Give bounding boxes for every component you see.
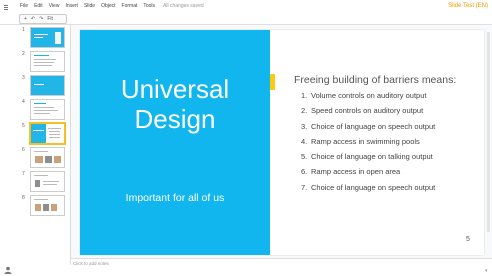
slide-thumbnail-3[interactable] xyxy=(30,75,65,96)
thumbnail-number: 2 xyxy=(22,51,25,57)
thumbnail-number: 5 xyxy=(22,123,25,129)
slide-thumbnail-7[interactable] xyxy=(30,171,65,192)
menu-view[interactable]: View xyxy=(49,3,60,9)
add-slide-button[interactable]: + xyxy=(24,16,27,22)
list-item: 6. Ramp access in open area xyxy=(301,167,401,177)
thumbnail-number: 6 xyxy=(22,147,25,153)
menu-edit[interactable]: Edit xyxy=(34,3,43,9)
menu-icon[interactable] xyxy=(4,5,8,10)
slide-thumbnail-6[interactable] xyxy=(30,147,65,168)
accent-bar xyxy=(270,74,275,90)
thumbnail-number: 1 xyxy=(22,27,25,33)
menu-insert[interactable]: Insert xyxy=(65,3,78,9)
slide-thumbnail-2[interactable] xyxy=(30,51,65,72)
slide-page-number: 5 xyxy=(466,236,470,243)
list-item: 3. Choice of language on speech output xyxy=(301,121,436,131)
thumbnail-number: 3 xyxy=(22,75,25,81)
speaker-notes-area[interactable]: Click to add notes xyxy=(71,258,492,276)
slide-heading[interactable]: Freeing building of barriers means: xyxy=(294,74,456,86)
toolbar: + ↶ ↷ Fit xyxy=(0,14,492,24)
menu-tools[interactable]: Tools xyxy=(143,3,155,9)
menu-slide[interactable]: Slide xyxy=(84,3,95,9)
user-avatar-icon[interactable] xyxy=(4,266,12,274)
zoom-fit-button[interactable]: Fit xyxy=(47,16,53,22)
list-item: 5. Choice of language on talking output xyxy=(301,152,433,162)
slide-canvas[interactable]: Universal Design Important for all of us… xyxy=(80,30,484,255)
vertical-scrollbar[interactable] xyxy=(487,32,490,232)
list-item: 7. Choice of language on speech output xyxy=(301,182,436,192)
slide-thumbnail-1[interactable] xyxy=(30,27,65,48)
slide-title[interactable]: Universal Design xyxy=(80,74,270,134)
notes-placeholder: Click to add notes xyxy=(73,261,109,266)
menu-object[interactable]: Object xyxy=(101,3,115,9)
list-item: 2. Speed controls on auditory output xyxy=(301,106,424,116)
slide-subtitle[interactable]: Important for all of us xyxy=(80,192,270,204)
menu-file[interactable]: File xyxy=(20,3,28,9)
thumbnail-number: 4 xyxy=(22,99,25,105)
slide-thumbnail-5-selected[interactable] xyxy=(30,123,65,144)
bullet-list[interactable]: 1. Volume controls on auditory output 2. S… xyxy=(301,88,435,195)
redo-button[interactable]: ↷ xyxy=(39,16,43,22)
scroll-down-icon[interactable]: ▾ xyxy=(485,268,488,274)
thumbnail-number: 7 xyxy=(22,171,25,177)
slide-thumbnail-4[interactable] xyxy=(30,99,65,120)
toolbar-group: + ↶ ↷ Fit xyxy=(19,14,67,24)
menu-format[interactable]: Format xyxy=(122,3,138,9)
main-menu: File Edit View Insert Slide Object Forma… xyxy=(20,3,210,9)
slide-title-panel xyxy=(80,30,270,255)
slide-thumbnail-8[interactable] xyxy=(30,195,65,216)
thumbnail-number: 8 xyxy=(22,195,25,201)
list-item: 1. Volume controls on auditory output xyxy=(301,91,427,100)
list-item: 4. Ramp access in swimming pools xyxy=(301,136,420,146)
document-title[interactable]: Slide Test (EN) xyxy=(448,3,488,9)
save-status: All changes saved xyxy=(163,3,204,9)
undo-button[interactable]: ↶ xyxy=(31,16,35,22)
menu-bar: File Edit View Insert Slide Object Forma… xyxy=(0,0,492,14)
slide-thumbnails-panel: 1 2 3 4 5 6 7 8 xyxy=(0,25,71,265)
